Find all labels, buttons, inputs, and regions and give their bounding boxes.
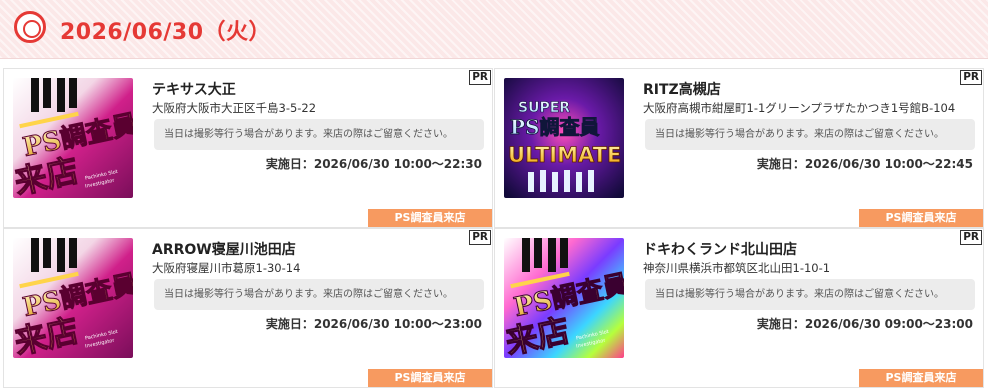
event-card[interactable]: SUPER PS調査員 ULTIMATE RITZ高槻店 大阪府高槻市紺屋町1-… [494,68,984,228]
event-date: 実施日：2026/06/30 10:00〜22:45 [756,157,973,171]
store-name[interactable]: ARROW寝屋川池田店 [152,239,296,259]
store-address: 大阪府大阪市大正区千島3-5-22 [152,101,317,115]
store-name[interactable]: テキサス大正 [152,79,236,99]
event-banner-image[interactable]: PS調査員 来店 Pachinko Slot Investigator [504,238,624,358]
notice-box: 当日は撮影等行う場合があります。来店の際はご留意ください。 [154,119,484,150]
date-heading: 2026/06/30（火） [60,20,272,45]
event-tag: PS調査員来店 [859,209,983,227]
notice-box: 当日は撮影等行う場合があります。来店の際はご留意ください。 [154,279,484,310]
store-address: 大阪府高槻市紺屋町1-1グリーンプラザたかつき1号館B-104 [643,101,956,115]
event-card[interactable]: PS調査員 来店 Pachinko Slot Investigator ARRO… [3,228,493,388]
svg-text:PS調査員: PS調査員 [510,115,599,139]
event-tag: PS調査員来店 [859,369,983,387]
event-banner-image[interactable]: PS調査員 来店 Pachinko Slot Investigator [13,238,133,358]
store-name[interactable]: ドキわくランド北山田店 [643,239,797,259]
event-card[interactable]: PS調査員 来店 Pachinko Slot Investigator ドキわく… [494,228,984,388]
date-header: 2026/06/30（火） [0,0,988,59]
pr-badge: PR [960,70,982,85]
target-circle-icon [14,11,46,43]
svg-text:SUPER: SUPER [518,100,570,116]
event-date: 実施日：2026/06/30 09:00〜23:00 [756,317,973,331]
event-tag: PS調査員来店 [368,369,492,387]
notice-box: 当日は撮影等行う場合があります。来店の際はご留意ください。 [645,119,975,150]
event-card[interactable]: PS調査員 来店 Pachinko Slot Investigator テキサス… [3,68,493,228]
store-address: 神奈川県横浜市都筑区北山田1-10-1 [643,261,831,275]
event-banner-image[interactable]: PS調査員 来店 Pachinko Slot Investigator [13,78,133,198]
pr-badge: PR [469,70,491,85]
event-date: 実施日：2026/06/30 10:00〜23:00 [265,317,482,331]
pr-badge: PR [960,230,982,245]
event-banner-image[interactable]: SUPER PS調査員 ULTIMATE [504,78,624,198]
store-name[interactable]: RITZ高槻店 [643,79,721,99]
notice-box: 当日は撮影等行う場合があります。来店の際はご留意ください。 [645,279,975,310]
store-address: 大阪府寝屋川市葛原1-30-14 [152,261,301,275]
event-tag: PS調査員来店 [368,209,492,227]
svg-text:ULTIMATE: ULTIMATE [508,143,621,167]
event-date: 実施日：2026/06/30 10:00〜22:30 [265,157,482,171]
pr-badge: PR [469,230,491,245]
